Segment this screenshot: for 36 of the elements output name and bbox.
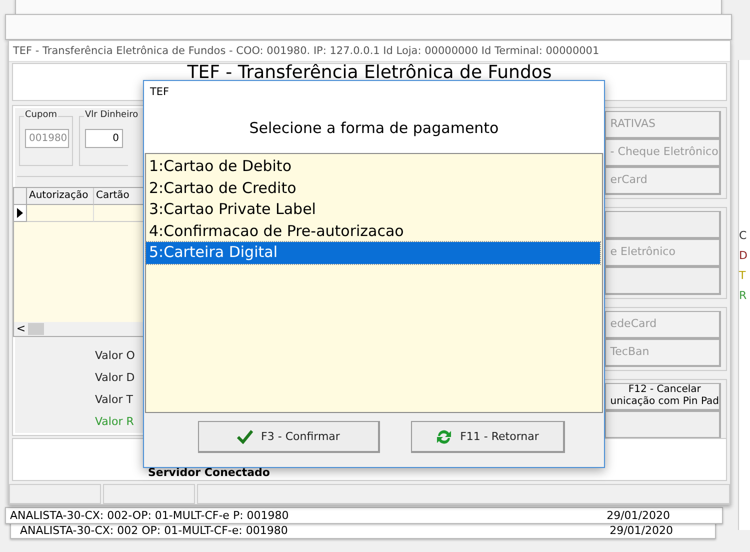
- list-item[interactable]: 5:Carteira Digital: [146, 242, 600, 264]
- scroll-thumb[interactable]: [28, 322, 44, 335]
- total-label: Valor R: [95, 414, 135, 429]
- group-label: Vlr Dinheiro: [84, 110, 140, 120]
- return-button[interactable]: F11 - Retornar: [411, 421, 565, 453]
- checkmark-icon: [237, 430, 254, 444]
- label-fragment: R: [739, 290, 747, 302]
- label-fragment: C: [739, 230, 747, 242]
- scroll-left-button[interactable]: <: [14, 322, 28, 336]
- dialog-title: TEF: [144, 81, 604, 103]
- status-date: 29/01/2020: [606, 509, 670, 522]
- action-button[interactable]: [605, 210, 721, 239]
- list-item[interactable]: 4:Confirmacao de Pre-autorizacao: [146, 220, 600, 242]
- cupom-field[interactable]: 001980: [25, 128, 69, 148]
- label-fragment: D: [739, 250, 747, 262]
- group-label: Cupom: [24, 110, 58, 120]
- row-pointer-icon: [17, 208, 23, 218]
- list-item[interactable]: 1:Cartao de Debito: [146, 156, 600, 178]
- total-label: Valor T: [95, 392, 134, 407]
- server-status: Servidor Conectado: [148, 466, 270, 480]
- refresh-icon: [436, 428, 452, 444]
- status-date: 29/01/2020: [610, 524, 673, 537]
- status-text: ANALISTA-30-CX: 002 OP: 01-MULT-CF-e: 001980: [20, 524, 288, 537]
- column-header: Autorização: [27, 188, 94, 205]
- prompt-text: Selecione a forma de pagamento: [144, 103, 604, 153]
- confirm-button[interactable]: F3 - Confirmar: [198, 421, 380, 453]
- amount-field[interactable]: 0: [85, 128, 123, 148]
- status-text: ANALISTA-30-CX: 002-OP: 01-MULT-CF-e P: 001980: [10, 509, 289, 522]
- action-button[interactable]: [605, 266, 721, 295]
- action-button[interactable]: [605, 410, 721, 439]
- total-label: Valor D: [95, 370, 136, 385]
- label-fragment: T: [739, 270, 747, 282]
- table-cell: [27, 204, 94, 222]
- total-label: Valor O: [95, 348, 136, 363]
- action-button[interactable]: F12 - Cancelar unicação com Pin Pad: [605, 382, 721, 411]
- window-title: TEF - Transferência Eletrônica de Fundos - COO: 001980. IP: 127.0.0.1 Id Loja: 00000000 Id Terminal: 00000001: [9, 41, 730, 62]
